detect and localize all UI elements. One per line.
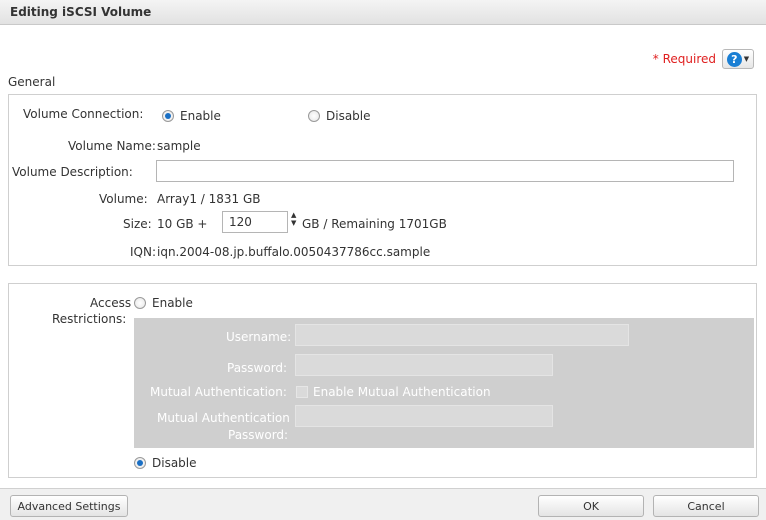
required-help-area: * Required ? ▼	[653, 49, 754, 69]
iqn-label: IQN:	[130, 245, 157, 259]
volume-connection-enable-radio[interactable]	[162, 110, 174, 122]
advanced-settings-button[interactable]: Advanced Settings	[10, 495, 128, 517]
mutual-password-input	[295, 405, 553, 427]
section-title-general: General	[8, 75, 56, 89]
chevron-up-icon[interactable]: ▲	[291, 211, 301, 219]
mutual-password-label: Mutual Authentication	[157, 411, 290, 425]
volume-description-label: Volume Description:	[12, 165, 133, 179]
volume-label: Volume:	[99, 192, 148, 206]
username-label: Username:	[226, 330, 292, 344]
help-button[interactable]: ? ▼	[722, 49, 754, 69]
iqn-value: iqn.2004-08.jp.buffalo.0050437786cc.samp…	[157, 245, 431, 259]
size-label: Size:	[123, 217, 152, 231]
size-suffix: GB / Remaining 1701GB	[302, 217, 447, 231]
required-indicator: * Required	[652, 52, 716, 66]
volume-name-value: sample	[157, 139, 201, 153]
access-restrictions-label-2: Restrictions:	[52, 312, 127, 326]
ok-button[interactable]: OK	[538, 495, 644, 517]
volume-connection-disable-radio[interactable]	[308, 110, 320, 122]
mutual-authentication-label: Mutual Authentication:	[150, 385, 287, 399]
mutual-authentication-checkbox	[296, 386, 308, 398]
dialog-titlebar: Editing iSCSI Volume	[0, 0, 766, 25]
volume-connection-enable-label[interactable]: Enable	[180, 109, 221, 123]
access-enable-radio[interactable]	[134, 297, 146, 309]
volume-connection-label: Volume Connection:	[23, 107, 144, 121]
access-disable-radio[interactable]	[134, 457, 146, 469]
access-enable-label[interactable]: Enable	[152, 296, 193, 310]
size-prefix: 10 GB +	[157, 217, 208, 231]
chevron-down-icon: ▼	[743, 55, 750, 63]
username-input	[295, 324, 629, 346]
password-label: Password:	[227, 361, 288, 375]
size-input[interactable]: 120	[222, 211, 288, 233]
volume-value: Array1 / 1831 GB	[157, 192, 261, 206]
dialog-title: Editing iSCSI Volume	[10, 5, 152, 19]
access-disable-label[interactable]: Disable	[152, 456, 197, 470]
password-input	[295, 354, 553, 376]
volume-description-input[interactable]	[156, 160, 734, 182]
volume-name-label: Volume Name:	[68, 139, 156, 153]
chevron-down-icon[interactable]: ▼	[291, 219, 301, 227]
mutual-password-label-2: Password:	[228, 428, 289, 442]
dialog-footer: Advanced Settings OK Cancel	[0, 488, 766, 520]
access-restrictions-label: Access	[90, 296, 132, 310]
mutual-authentication-checkbox-label: Enable Mutual Authentication	[313, 385, 491, 399]
size-stepper[interactable]: ▲ ▼	[291, 211, 301, 231]
volume-connection-disable-label[interactable]: Disable	[326, 109, 371, 123]
question-circle-icon: ?	[726, 51, 742, 67]
cancel-button[interactable]: Cancel	[653, 495, 759, 517]
